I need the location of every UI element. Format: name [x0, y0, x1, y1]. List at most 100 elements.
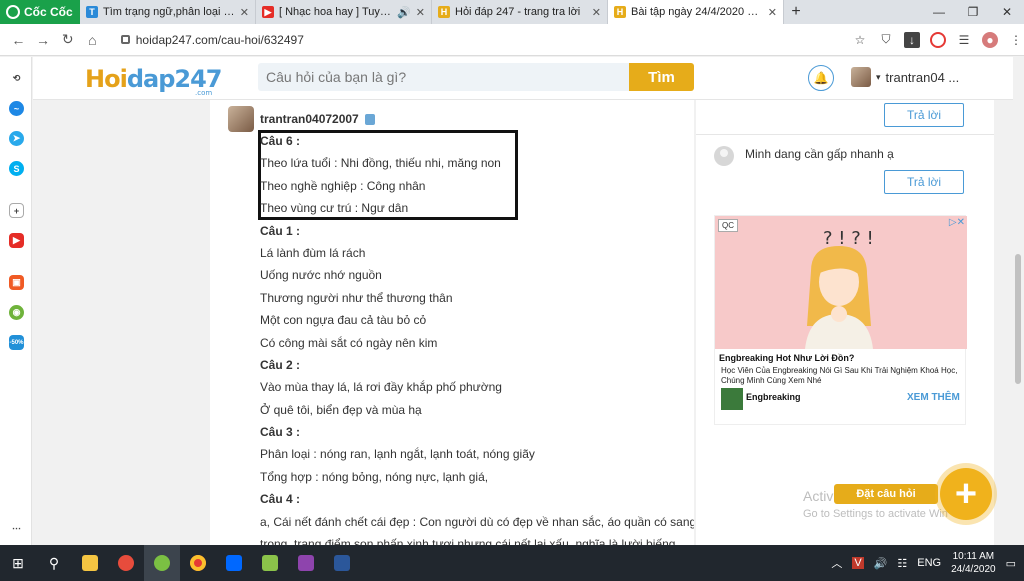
shield-icon[interactable]: ⛉ — [878, 32, 894, 48]
avatar — [714, 146, 734, 166]
tab-title: Hỏi đáp 247 - trang tra lời — [455, 6, 581, 18]
game-icon[interactable]: ◉ — [9, 305, 24, 320]
reply-button[interactable]: Trả lời — [884, 170, 964, 194]
svg-text:? ! ? !: ? ! ? ! — [823, 228, 874, 249]
answer-line: Phân loại : nóng ran, lạnh ngắt, lạnh to… — [260, 447, 535, 462]
history-icon[interactable]: ⟲ — [9, 71, 24, 86]
answer-author[interactable]: trantran04072007 — [260, 112, 359, 126]
answer-line: Tổng hợp : nóng bỏng, nóng nực, lạnh giá… — [260, 469, 489, 484]
star-icon[interactable]: ☆ — [852, 32, 868, 48]
add-app-icon[interactable]: + — [9, 203, 24, 218]
close-icon[interactable]: ✕ — [592, 6, 601, 19]
answer-heading: Câu 3 : — [260, 425, 301, 440]
telegram-icon[interactable]: ➤ — [9, 131, 24, 146]
site-logo[interactable]: Hoidap247 .com — [85, 65, 222, 97]
ad-badge: QC — [718, 219, 738, 232]
user-menu[interactable]: ▾ trantran04 ... — [851, 67, 959, 87]
close-icon[interactable]: ✕ — [768, 6, 777, 19]
windows-start-icon[interactable]: ⊞ — [0, 545, 36, 581]
coccoc-logo-icon — [6, 5, 20, 19]
reload-icon[interactable]: ↻ — [55, 31, 80, 48]
paint-app-icon[interactable] — [108, 545, 144, 581]
windows-taskbar: ⊞ ⚲ ︿ V 🔊 ☷ ENG 10:11 AM 24/4/2020 ▭ — [0, 545, 1024, 581]
page-scrollbar[interactable] — [1013, 57, 1023, 545]
zalo-icon[interactable] — [216, 545, 252, 581]
advertisement[interactable]: ? ! ? ! QC ▷✕ Engbreaking Hot Như Lời Đồ… — [714, 215, 967, 425]
home-icon[interactable]: ⌂ — [80, 32, 105, 48]
coccoc-extension-icon[interactable] — [930, 31, 947, 48]
browser-brand-label: Cốc Cốc — [24, 5, 73, 19]
watermark-line2: Go to Settings to activate Win — [803, 508, 948, 520]
tab-title: [ Nhạc hoa hay ] Tuyển tậ — [279, 6, 393, 18]
winrar-icon[interactable] — [288, 545, 324, 581]
ad-close-icon[interactable]: ▷✕ — [949, 217, 965, 228]
logo-text-hoi: Hoi — [85, 65, 128, 93]
youtube-icon[interactable]: ▶ — [9, 233, 24, 248]
scrollbar-thumb[interactable] — [1015, 254, 1021, 384]
answer-header: trantran04072007 — [228, 106, 375, 132]
hoidap-favicon-icon: H — [614, 6, 626, 18]
browser-menu-button[interactable]: Cốc Cốc — [0, 0, 80, 24]
search-input[interactable]: Câu hỏi của bạn là gì? — [258, 63, 630, 91]
answer-line: Ở quê tôi, biển đẹp và mùa hạ — [260, 402, 422, 417]
answer-line: trọng, trang điểm son phấn xinh tươi như… — [260, 537, 679, 545]
tab-current-question[interactable]: H Bài tập ngày 24/4/2020 Câu 1 ✕ — [608, 0, 784, 24]
answer-panel: trantran04072007 Câu 6 : Theo lứa tuổi : … — [210, 100, 694, 545]
tab-music[interactable]: ▶ [ Nhạc hoa hay ] Tuyển tậ 🔊 ✕ — [256, 0, 432, 24]
rank-badge-icon — [364, 113, 375, 125]
reading-list-icon[interactable]: ☰ — [956, 32, 972, 48]
avatar[interactable] — [228, 106, 254, 132]
download-icon[interactable]: ↓ — [904, 31, 921, 48]
network-icon[interactable]: ☷ — [897, 557, 907, 570]
tab-title: Bài tập ngày 24/4/2020 Câu 1 — [631, 6, 763, 18]
discount-icon[interactable]: -50% — [9, 335, 24, 350]
ad-logo — [721, 388, 743, 410]
divider — [696, 134, 994, 135]
address-bar[interactable]: hoidap247.com/cau-hoi/632497 — [115, 28, 846, 52]
paint3d-icon[interactable] — [252, 545, 288, 581]
ask-question-label[interactable]: Đặt câu hỏi — [834, 484, 938, 504]
close-icon[interactable]: ✕ — [416, 6, 425, 19]
ad-cta-button[interactable]: XEM THÊM — [907, 392, 960, 403]
answer-line: Theo lứa tuổi : Nhi đồng, thiếu nhi, măn… — [260, 156, 501, 171]
messenger-icon[interactable]: ~ — [9, 101, 24, 116]
username: trantran04 ... — [885, 69, 960, 85]
reply-button[interactable]: Trả lời — [884, 103, 964, 127]
notification-bell-icon[interactable]: 🔔 — [808, 65, 834, 91]
skype-icon[interactable]: S — [9, 161, 24, 176]
browser-extensions: ☆ ⛉ ↓ ☰ ● ⋮ — [852, 31, 1024, 48]
ad-title[interactable]: Engbreaking Hot Như Lời Đồn? — [719, 353, 854, 363]
chevron-up-icon[interactable]: ︿ — [831, 555, 842, 571]
lock-icon — [120, 35, 130, 44]
close-window-icon[interactable]: ✕ — [990, 0, 1024, 24]
speaker-icon[interactable]: 🔊 — [397, 6, 411, 19]
user-avatar-icon[interactable]: ● — [982, 31, 999, 48]
volume-icon[interactable]: 🔊 — [874, 557, 888, 570]
tab-title: Tìm trạng ngữ,phân loại các t — [103, 6, 235, 18]
forward-arrow-icon[interactable]: → — [31, 32, 56, 48]
tab-search-grammar[interactable]: T Tìm trạng ngữ,phân loại các t ✕ — [80, 0, 256, 24]
ad-brand[interactable]: Engbreaking — [746, 392, 801, 402]
answer-heading: Câu 4 : — [260, 492, 301, 507]
chrome-icon[interactable] — [180, 545, 216, 581]
keyboard-language[interactable]: ENG — [917, 557, 941, 569]
shopping-icon[interactable]: ▣ — [9, 275, 24, 290]
ask-question-button[interactable]: + — [940, 468, 992, 520]
tab-hoidap-home[interactable]: H Hỏi đáp 247 - trang tra lời ✕ — [432, 0, 608, 24]
more-menu-icon[interactable]: ⋮ — [1008, 32, 1024, 48]
answer-line: Có công mài sắt có ngày nên kim — [260, 335, 438, 350]
restore-icon[interactable]: ❐ — [956, 0, 990, 24]
search-button[interactable]: Tìm — [629, 63, 694, 91]
file-explorer-icon[interactable] — [72, 545, 108, 581]
more-apps-icon[interactable]: ⋯ — [9, 521, 24, 536]
search-icon[interactable]: ⚲ — [36, 545, 72, 581]
minimize-icon[interactable]: — — [922, 0, 956, 24]
close-icon[interactable]: ✕ — [240, 6, 249, 19]
notification-center-icon[interactable]: ▭ — [1006, 557, 1016, 570]
new-tab-button[interactable]: + — [784, 0, 808, 24]
clock[interactable]: 10:11 AM 24/4/2020 — [951, 550, 996, 576]
back-arrow-icon[interactable]: ← — [6, 32, 31, 48]
word-icon[interactable] — [324, 545, 360, 581]
coccoc-taskbar-icon[interactable] — [144, 545, 180, 581]
antivirus-icon[interactable]: V — [852, 557, 864, 569]
